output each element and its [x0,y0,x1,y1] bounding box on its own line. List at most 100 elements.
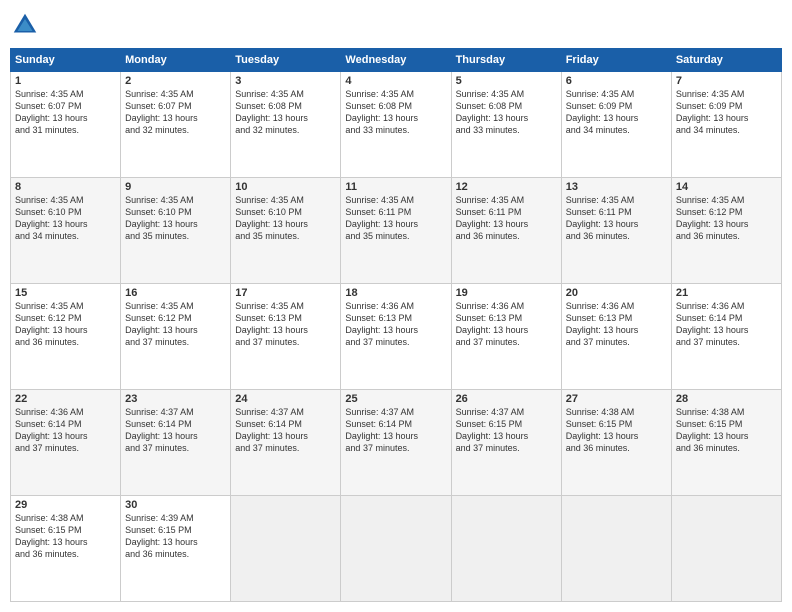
calendar-cell: 3Sunrise: 4:35 AM Sunset: 6:08 PM Daylig… [231,72,341,178]
calendar-cell: 28Sunrise: 4:38 AM Sunset: 6:15 PM Dayli… [671,390,781,496]
day-number: 24 [235,393,336,405]
day-number: 30 [125,499,226,511]
header-row: SundayMondayTuesdayWednesdayThursdayFrid… [11,49,782,72]
logo-icon [10,10,40,40]
cell-content: Sunrise: 4:35 AM Sunset: 6:09 PM Dayligh… [676,88,777,137]
cell-content: Sunrise: 4:39 AM Sunset: 6:15 PM Dayligh… [125,512,226,561]
day-number: 13 [566,181,667,193]
cell-content: Sunrise: 4:35 AM Sunset: 6:13 PM Dayligh… [235,300,336,349]
header-day-wednesday: Wednesday [341,49,451,72]
cell-content: Sunrise: 4:35 AM Sunset: 6:07 PM Dayligh… [15,88,116,137]
header-day-tuesday: Tuesday [231,49,341,72]
day-number: 5 [456,75,557,87]
day-number: 27 [566,393,667,405]
calendar-cell: 6Sunrise: 4:35 AM Sunset: 6:09 PM Daylig… [561,72,671,178]
calendar-cell: 4Sunrise: 4:35 AM Sunset: 6:08 PM Daylig… [341,72,451,178]
cell-content: Sunrise: 4:38 AM Sunset: 6:15 PM Dayligh… [676,406,777,455]
day-number: 19 [456,287,557,299]
day-number: 29 [15,499,116,511]
calendar-table: SundayMondayTuesdayWednesdayThursdayFrid… [10,48,782,602]
cell-content: Sunrise: 4:36 AM Sunset: 6:14 PM Dayligh… [676,300,777,349]
calendar-cell [451,496,561,602]
day-number: 18 [345,287,446,299]
calendar-cell [231,496,341,602]
calendar-cell: 18Sunrise: 4:36 AM Sunset: 6:13 PM Dayli… [341,284,451,390]
calendar-cell: 14Sunrise: 4:35 AM Sunset: 6:12 PM Dayli… [671,178,781,284]
day-number: 2 [125,75,226,87]
calendar-week-4: 22Sunrise: 4:36 AM Sunset: 6:14 PM Dayli… [11,390,782,496]
header [10,10,782,40]
day-number: 4 [345,75,446,87]
day-number: 17 [235,287,336,299]
cell-content: Sunrise: 4:36 AM Sunset: 6:14 PM Dayligh… [15,406,116,455]
cell-content: Sunrise: 4:37 AM Sunset: 6:14 PM Dayligh… [125,406,226,455]
calendar-cell: 11Sunrise: 4:35 AM Sunset: 6:11 PM Dayli… [341,178,451,284]
day-number: 26 [456,393,557,405]
cell-content: Sunrise: 4:35 AM Sunset: 6:12 PM Dayligh… [676,194,777,243]
calendar-cell: 7Sunrise: 4:35 AM Sunset: 6:09 PM Daylig… [671,72,781,178]
calendar-cell: 24Sunrise: 4:37 AM Sunset: 6:14 PM Dayli… [231,390,341,496]
header-day-monday: Monday [121,49,231,72]
cell-content: Sunrise: 4:35 AM Sunset: 6:08 PM Dayligh… [456,88,557,137]
cell-content: Sunrise: 4:36 AM Sunset: 6:13 PM Dayligh… [456,300,557,349]
day-number: 28 [676,393,777,405]
cell-content: Sunrise: 4:35 AM Sunset: 6:10 PM Dayligh… [235,194,336,243]
day-number: 23 [125,393,226,405]
calendar-week-3: 15Sunrise: 4:35 AM Sunset: 6:12 PM Dayli… [11,284,782,390]
calendar-week-2: 8Sunrise: 4:35 AM Sunset: 6:10 PM Daylig… [11,178,782,284]
calendar-cell: 9Sunrise: 4:35 AM Sunset: 6:10 PM Daylig… [121,178,231,284]
cell-content: Sunrise: 4:35 AM Sunset: 6:08 PM Dayligh… [345,88,446,137]
calendar-body: 1Sunrise: 4:35 AM Sunset: 6:07 PM Daylig… [11,72,782,602]
day-number: 9 [125,181,226,193]
cell-content: Sunrise: 4:35 AM Sunset: 6:08 PM Dayligh… [235,88,336,137]
calendar-cell: 16Sunrise: 4:35 AM Sunset: 6:12 PM Dayli… [121,284,231,390]
day-number: 25 [345,393,446,405]
cell-content: Sunrise: 4:35 AM Sunset: 6:11 PM Dayligh… [566,194,667,243]
cell-content: Sunrise: 4:35 AM Sunset: 6:07 PM Dayligh… [125,88,226,137]
page: SundayMondayTuesdayWednesdayThursdayFrid… [0,0,792,612]
calendar-cell [671,496,781,602]
cell-content: Sunrise: 4:35 AM Sunset: 6:11 PM Dayligh… [456,194,557,243]
calendar-cell: 27Sunrise: 4:38 AM Sunset: 6:15 PM Dayli… [561,390,671,496]
day-number: 15 [15,287,116,299]
day-number: 12 [456,181,557,193]
day-number: 14 [676,181,777,193]
day-number: 20 [566,287,667,299]
cell-content: Sunrise: 4:37 AM Sunset: 6:14 PM Dayligh… [235,406,336,455]
header-day-saturday: Saturday [671,49,781,72]
calendar-cell: 29Sunrise: 4:38 AM Sunset: 6:15 PM Dayli… [11,496,121,602]
day-number: 7 [676,75,777,87]
day-number: 10 [235,181,336,193]
cell-content: Sunrise: 4:35 AM Sunset: 6:12 PM Dayligh… [15,300,116,349]
calendar-cell: 1Sunrise: 4:35 AM Sunset: 6:07 PM Daylig… [11,72,121,178]
calendar-cell: 19Sunrise: 4:36 AM Sunset: 6:13 PM Dayli… [451,284,561,390]
header-day-sunday: Sunday [11,49,121,72]
day-number: 11 [345,181,446,193]
calendar-cell: 26Sunrise: 4:37 AM Sunset: 6:15 PM Dayli… [451,390,561,496]
calendar-cell: 15Sunrise: 4:35 AM Sunset: 6:12 PM Dayli… [11,284,121,390]
cell-content: Sunrise: 4:38 AM Sunset: 6:15 PM Dayligh… [15,512,116,561]
calendar-cell: 5Sunrise: 4:35 AM Sunset: 6:08 PM Daylig… [451,72,561,178]
header-day-friday: Friday [561,49,671,72]
day-number: 6 [566,75,667,87]
calendar-cell: 25Sunrise: 4:37 AM Sunset: 6:14 PM Dayli… [341,390,451,496]
cell-content: Sunrise: 4:35 AM Sunset: 6:10 PM Dayligh… [125,194,226,243]
calendar-cell: 20Sunrise: 4:36 AM Sunset: 6:13 PM Dayli… [561,284,671,390]
cell-content: Sunrise: 4:37 AM Sunset: 6:14 PM Dayligh… [345,406,446,455]
calendar-cell: 22Sunrise: 4:36 AM Sunset: 6:14 PM Dayli… [11,390,121,496]
cell-content: Sunrise: 4:35 AM Sunset: 6:11 PM Dayligh… [345,194,446,243]
cell-content: Sunrise: 4:37 AM Sunset: 6:15 PM Dayligh… [456,406,557,455]
cell-content: Sunrise: 4:36 AM Sunset: 6:13 PM Dayligh… [345,300,446,349]
header-day-thursday: Thursday [451,49,561,72]
calendar-cell: 23Sunrise: 4:37 AM Sunset: 6:14 PM Dayli… [121,390,231,496]
calendar-cell: 17Sunrise: 4:35 AM Sunset: 6:13 PM Dayli… [231,284,341,390]
calendar-cell: 30Sunrise: 4:39 AM Sunset: 6:15 PM Dayli… [121,496,231,602]
cell-content: Sunrise: 4:35 AM Sunset: 6:10 PM Dayligh… [15,194,116,243]
calendar-cell: 21Sunrise: 4:36 AM Sunset: 6:14 PM Dayli… [671,284,781,390]
day-number: 16 [125,287,226,299]
cell-content: Sunrise: 4:35 AM Sunset: 6:09 PM Dayligh… [566,88,667,137]
calendar-cell: 12Sunrise: 4:35 AM Sunset: 6:11 PM Dayli… [451,178,561,284]
day-number: 8 [15,181,116,193]
logo [10,10,44,40]
cell-content: Sunrise: 4:35 AM Sunset: 6:12 PM Dayligh… [125,300,226,349]
